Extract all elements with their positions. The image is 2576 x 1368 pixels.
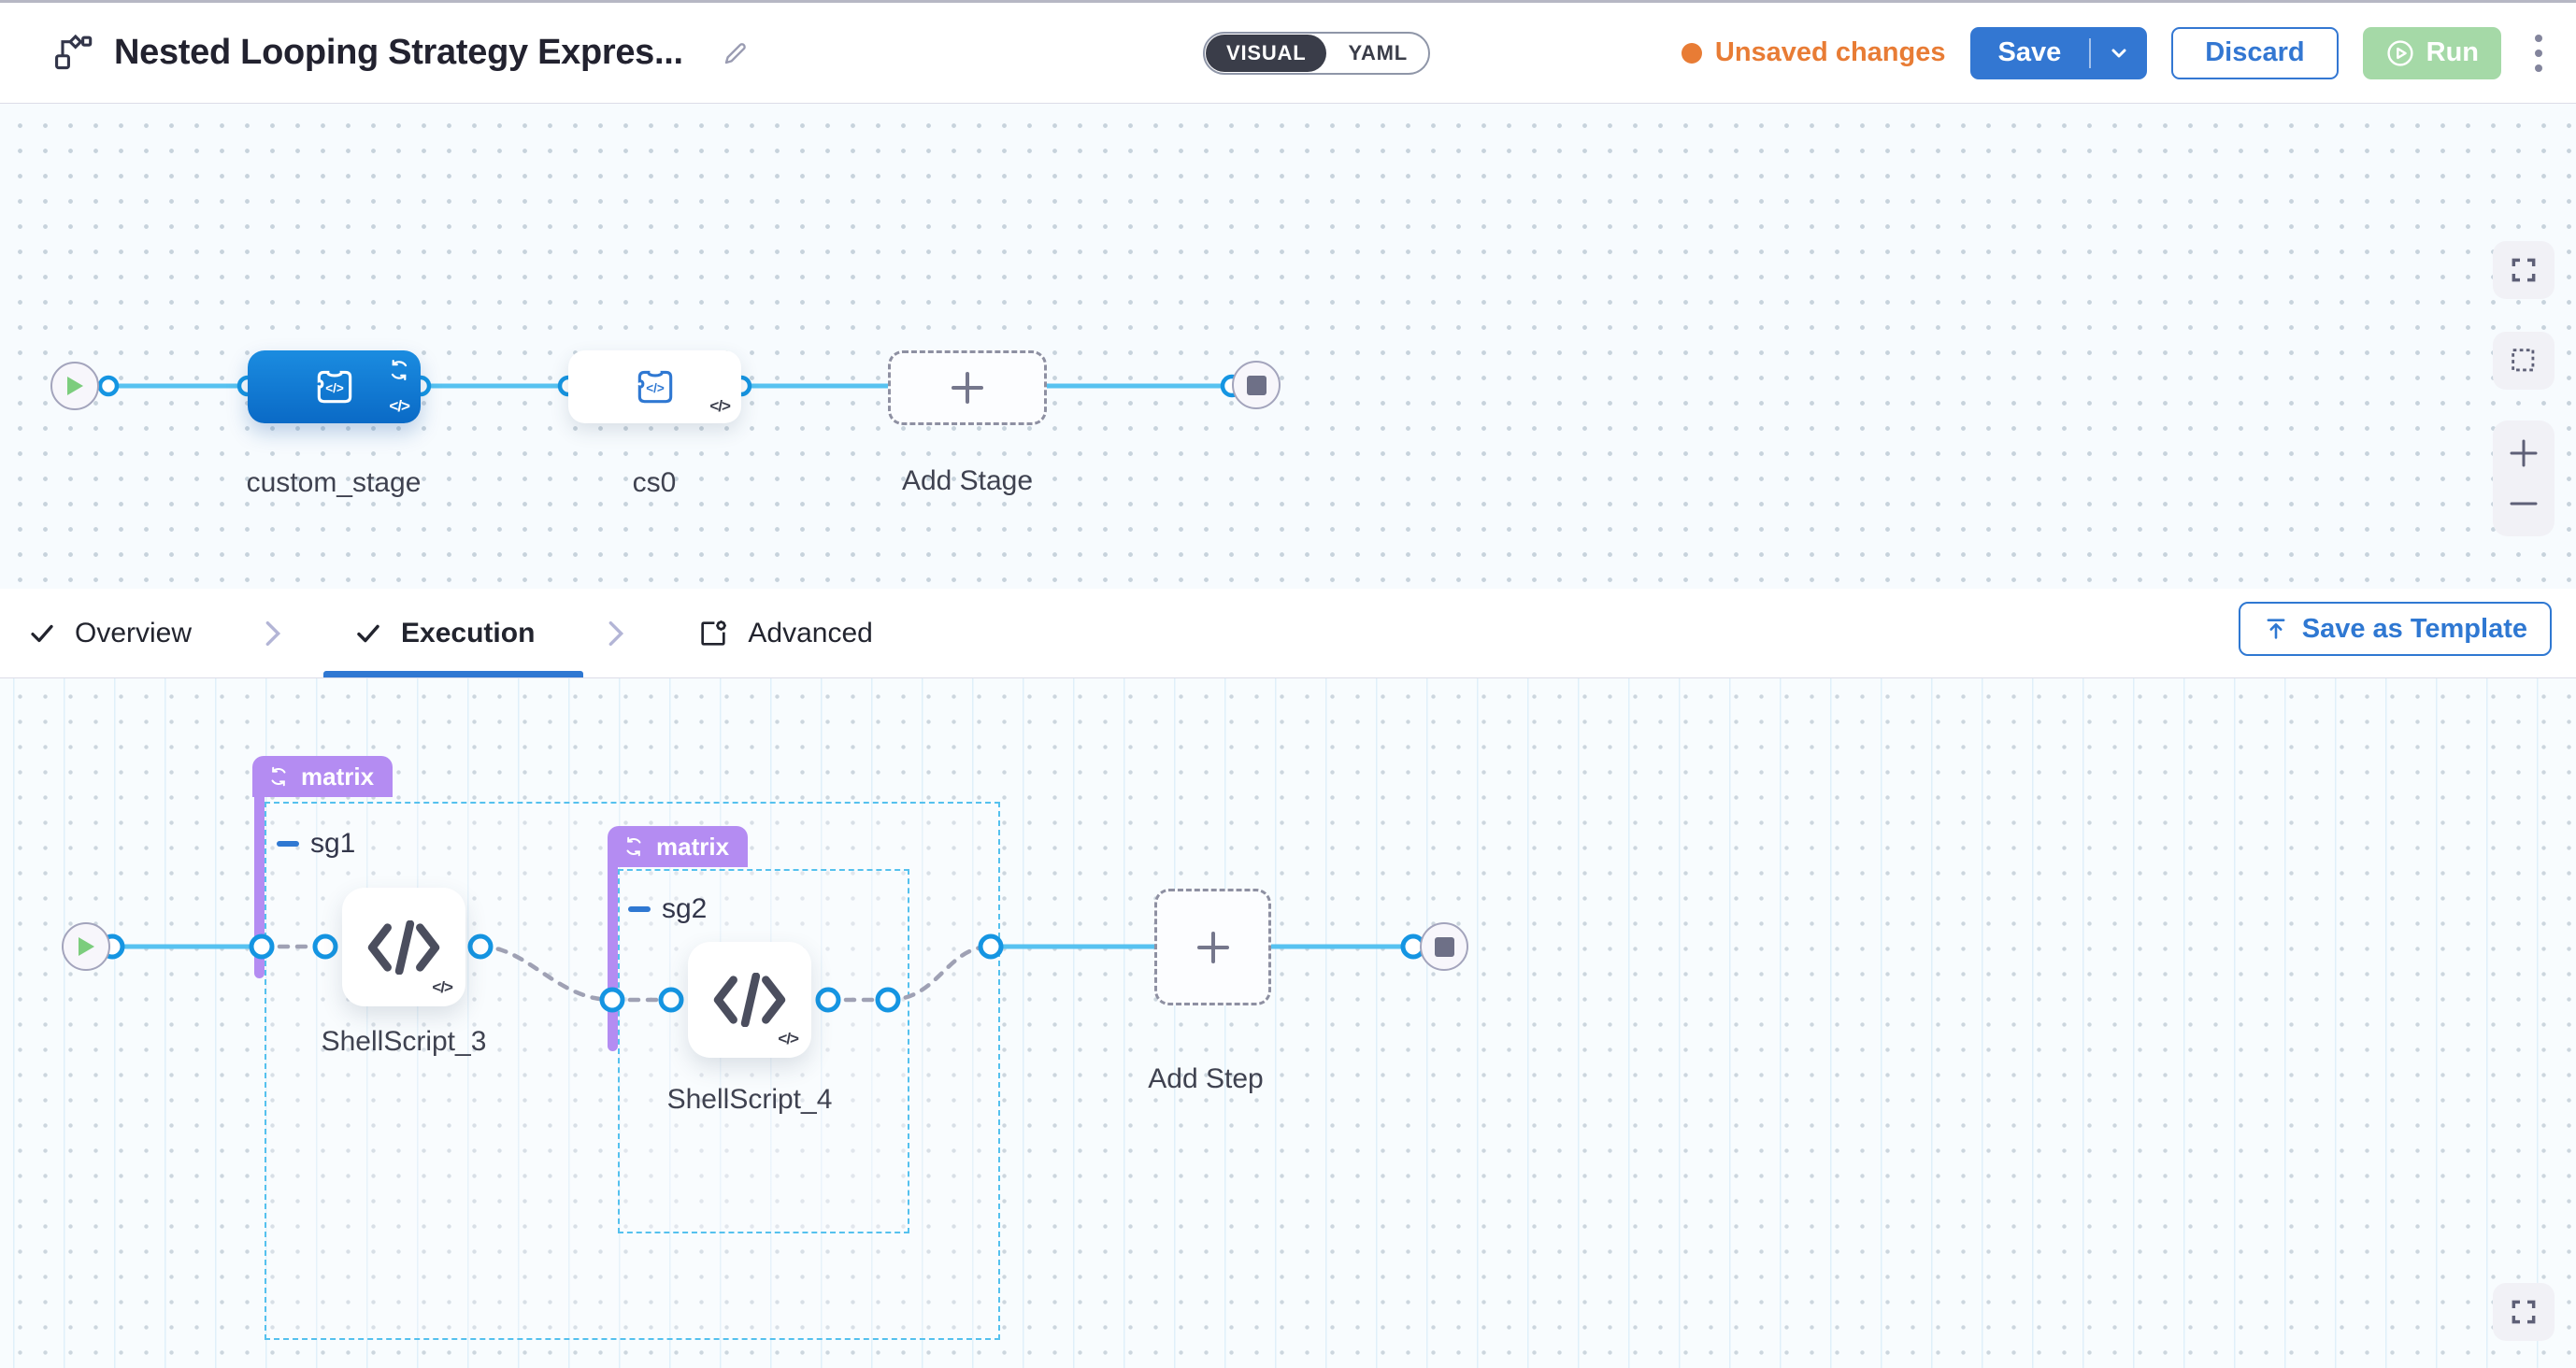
canvas-select-marquee-button[interactable] [2493, 332, 2555, 390]
shell-script-icon [712, 973, 787, 1027]
step-label-shellscript-4[interactable]: ShellScript_4 [600, 1084, 899, 1116]
stage-label-custom-stage[interactable]: custom_stage [184, 467, 483, 499]
stepgroup-dash-icon [628, 906, 651, 912]
stage-canvas[interactable]: </> </> custom_stage </> </> cs0 Add Sta… [0, 104, 2576, 589]
discard-button[interactable]: Discard [2171, 27, 2338, 79]
zoom-in-button[interactable] [2493, 428, 2555, 478]
stepgroup-label-sg2[interactable]: sg2 [628, 893, 707, 925]
stage-node-cs0[interactable]: </> </> [568, 350, 741, 423]
toggle-visual[interactable]: VISUAL [1206, 35, 1326, 72]
tab-overview-label: Overview [75, 618, 192, 649]
stage-connectors [0, 104, 2576, 589]
plus-icon [948, 368, 987, 407]
zoom-out-button[interactable] [2493, 478, 2555, 529]
execution-end-stop-button [1420, 922, 1468, 971]
check-icon [354, 620, 382, 648]
code-corner-icon: </> [389, 397, 409, 416]
svg-text:</>: </> [325, 381, 344, 395]
tab-execution[interactable]: Execution [354, 589, 535, 677]
toggle-yaml[interactable]: YAML [1327, 35, 1428, 72]
pipeline-end-stop-button [1232, 361, 1281, 409]
more-options-kebab-icon[interactable] [2529, 29, 2548, 78]
matrix-bar-sg2 [608, 864, 618, 1051]
active-tab-underline [323, 671, 583, 677]
matrix-badge-sg1[interactable]: matrix [252, 756, 393, 797]
code-corner-icon: </> [709, 397, 730, 416]
execution-canvas[interactable]: matrix sg1 matrix sg2 [0, 678, 2576, 1368]
loop-icon [267, 765, 290, 788]
pipeline-header: Nested Looping Strategy Expres... VISUAL… [0, 0, 2576, 104]
save-chevron-down-icon[interactable] [2091, 42, 2147, 64]
unsaved-label: Unsaved changes [1715, 37, 1946, 68]
visual-yaml-toggle[interactable]: VISUAL YAML [1203, 32, 1430, 75]
code-corner-icon: </> [432, 978, 452, 997]
canvas-fullscreen-button[interactable] [2493, 241, 2555, 299]
add-stage-label[interactable]: Add Stage [818, 465, 1117, 497]
advanced-gear-doc-icon [697, 618, 729, 649]
run-play-icon [2385, 38, 2415, 68]
unsaved-changes-badge: Unsaved changes [1682, 37, 1946, 68]
pipeline-start-play-button[interactable] [50, 362, 99, 410]
unsaved-dot-icon [1682, 43, 1702, 64]
stop-square-icon [1247, 376, 1267, 395]
execution-start-play-button[interactable] [62, 922, 110, 971]
check-icon [28, 620, 56, 648]
add-step-label[interactable]: Add Step [1056, 1063, 1355, 1095]
step-node-shellscript-4[interactable]: </> [688, 942, 811, 1058]
stop-square-icon [1435, 937, 1454, 957]
loop-icon [623, 835, 645, 858]
save-as-template-button[interactable]: Save as Template [2239, 602, 2552, 656]
stage-label-cs0[interactable]: cs0 [505, 467, 804, 499]
edit-title-pencil-icon[interactable] [721, 38, 751, 68]
pipeline-icon [52, 33, 93, 74]
execution-fullscreen-button[interactable] [2493, 1283, 2555, 1341]
tab-advanced-label: Advanced [748, 618, 872, 649]
save-split-button[interactable]: Save [1970, 27, 2148, 79]
save-as-template-label: Save as Template [2302, 614, 2527, 645]
matrix-badge-label: matrix [301, 762, 374, 791]
stage-node-custom-stage[interactable]: </> </> [248, 350, 421, 423]
stage-detail-tabbar: Overview Execution Advanced Save as Temp… [0, 589, 2576, 678]
header-actions: Unsaved changes Save Discard Run [1682, 27, 2576, 79]
tab-overview[interactable]: Overview [28, 589, 192, 677]
step-node-shellscript-3[interactable]: </> [342, 888, 465, 1006]
add-step-button[interactable] [1154, 889, 1271, 1005]
save-button[interactable]: Save [1970, 37, 2090, 68]
tab-execution-label: Execution [401, 618, 535, 649]
shell-script-icon [366, 920, 441, 975]
svg-text:</>: </> [646, 381, 665, 395]
custom-stage-icon: </> [632, 363, 679, 410]
custom-stage-icon: </> [311, 363, 358, 410]
canvas-zoom-controls [2493, 420, 2555, 536]
code-corner-icon: </> [778, 1030, 798, 1048]
page-title: Nested Looping Strategy Expres... [114, 33, 683, 73]
header-left: Nested Looping Strategy Expres... [0, 33, 751, 74]
add-stage-button[interactable] [888, 350, 1047, 425]
chevron-right-icon [261, 618, 285, 649]
run-label: Run [2426, 37, 2479, 68]
matrix-bar-sg1 [254, 797, 265, 978]
matrix-badge-label: matrix [656, 833, 729, 862]
chevron-right-icon [604, 618, 628, 649]
step-label-shellscript-3[interactable]: ShellScript_3 [254, 1026, 553, 1058]
run-button[interactable]: Run [2363, 27, 2501, 79]
matrix-badge-sg2[interactable]: matrix [608, 826, 748, 867]
looping-strategy-icon [387, 358, 411, 387]
stepgroup-dash-icon [277, 841, 299, 847]
tab-advanced[interactable]: Advanced [697, 589, 872, 677]
upload-icon [2263, 616, 2289, 642]
stepgroup-label-sg1[interactable]: sg1 [277, 828, 355, 860]
plus-icon [1194, 928, 1233, 967]
